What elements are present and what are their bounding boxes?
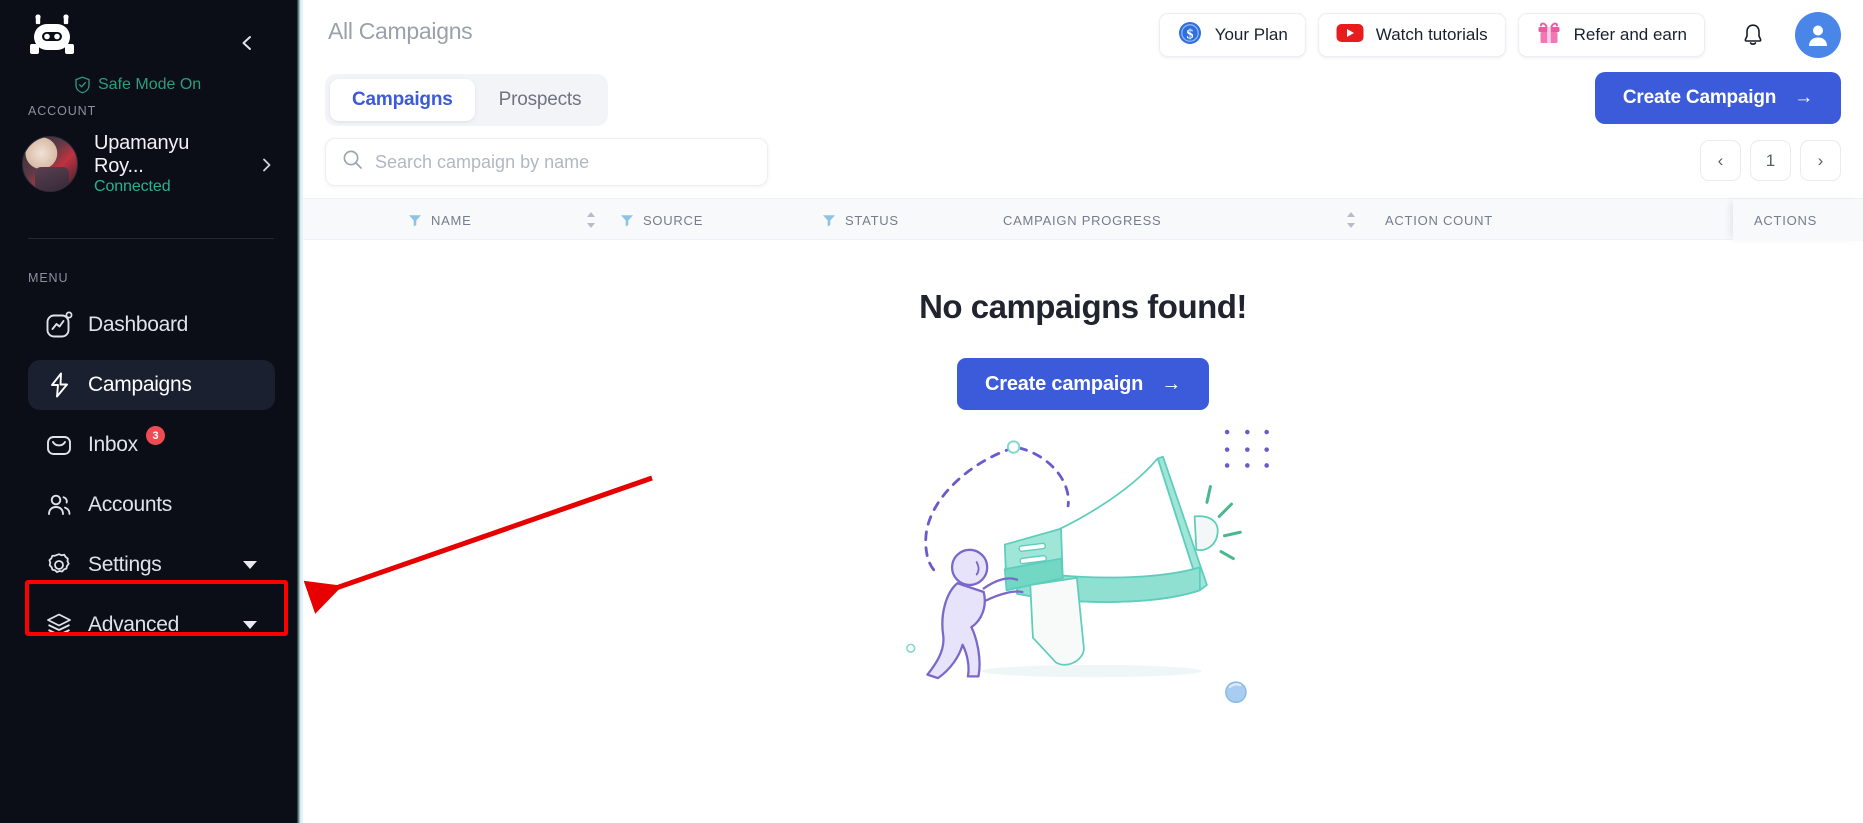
topbar: All Campaigns $ Your Plan Watch tutorial… — [303, 0, 1863, 70]
layers-icon — [44, 610, 74, 640]
sidebar-item-label: Dashboard — [88, 313, 189, 336]
search-row: ‹ 1 › — [303, 134, 1863, 198]
youtube-play-icon — [1336, 23, 1364, 48]
refer-and-earn-label: Refer and earn — [1573, 25, 1687, 44]
sidebar-edge — [294, 0, 303, 823]
account-section-label: ACCOUNT — [28, 104, 97, 118]
column-label: SOURCE — [643, 212, 704, 228]
pagination-next-button[interactable]: › — [1800, 140, 1841, 181]
chevron-down-icon[interactable] — [243, 621, 257, 629]
pagination-prev-button[interactable]: ‹ — [1700, 140, 1741, 181]
watch-tutorials-button[interactable]: Watch tutorials — [1317, 13, 1506, 57]
sidebar-divider — [28, 238, 274, 239]
sidebar-header — [28, 14, 278, 60]
column-header-action-count[interactable]: ACTION COUNT — [1385, 199, 1493, 241]
envelope-icon — [44, 430, 74, 460]
sidebar-item-settings[interactable]: Settings — [28, 540, 275, 590]
page-title: All Campaigns — [328, 18, 473, 44]
column-header-name[interactable]: NAME — [408, 199, 472, 241]
empty-state: No campaigns found! Create campaign → — [303, 288, 1863, 708]
shield-check-icon — [75, 76, 90, 94]
tab-campaigns[interactable]: Campaigns — [330, 79, 475, 121]
filter-icon — [823, 215, 835, 227]
tab-group: Campaigns Prospects — [325, 74, 609, 126]
arrow-right-icon: → — [1794, 87, 1813, 108]
column-label: STATUS — [845, 212, 899, 228]
account-switcher[interactable]: Upamanyu Roy... Connected — [22, 128, 284, 208]
account-status: Connected — [94, 178, 171, 195]
gift-icon — [1536, 20, 1562, 51]
sidebar-menu: Dashboard Campaigns Inbox 3 Accounts Set… — [0, 300, 303, 660]
lightning-bolt-icon — [44, 370, 74, 400]
chevron-down-icon[interactable] — [243, 561, 257, 569]
sidebar-item-dashboard[interactable]: Dashboard — [28, 300, 275, 350]
sidebar-item-label: Inbox — [88, 433, 138, 456]
column-label: ACTIONS — [1754, 212, 1818, 228]
avatar — [22, 136, 78, 192]
dashboard-chart-icon — [44, 310, 74, 340]
topbar-actions: $ Your Plan Watch tutorials Refer and ea… — [1158, 12, 1841, 58]
main-content: All Campaigns $ Your Plan Watch tutorial… — [303, 0, 1863, 823]
sidebar-item-campaigns[interactable]: Campaigns — [28, 360, 275, 410]
sidebar: ACCOUNT Upamanyu Roy... Connected Safe M… — [0, 0, 303, 823]
megaphone-person-illustration — [906, 429, 1269, 703]
search-input[interactable] — [375, 151, 751, 173]
column-header-status[interactable]: STATUS — [822, 199, 899, 241]
notification-bell-button[interactable] — [1731, 13, 1775, 57]
sidebar-item-label: Settings — [88, 553, 162, 576]
sort-arrows-icon — [587, 212, 595, 228]
account-name: Upamanyu Roy... — [94, 132, 190, 177]
safe-mode-indicator: Safe Mode On — [74, 76, 201, 94]
tab-prospects[interactable]: Prospects — [477, 79, 604, 121]
robot-logo-icon[interactable] — [28, 14, 76, 58]
table-header: NAME SOURCE STATUS CAMPAIGN PROGRESS ACT… — [303, 198, 1863, 241]
sidebar-item-label: Accounts — [88, 493, 172, 516]
user-profile-button[interactable] — [1795, 12, 1841, 58]
tabs-row: Campaigns Prospects Create Campaign → — [303, 70, 1863, 134]
column-header-source[interactable]: SOURCE — [620, 199, 703, 241]
sidebar-collapse-button[interactable] — [234, 30, 260, 56]
create-campaign-label: Create Campaign — [1622, 87, 1777, 108]
notification-bell-icon — [1744, 24, 1762, 45]
create-campaign-label: Create campaign — [985, 372, 1144, 395]
column-header-actions: ACTIONS — [1733, 199, 1863, 241]
sort-arrows-icon — [1347, 212, 1355, 228]
sidebar-item-inbox[interactable]: Inbox 3 — [28, 420, 275, 470]
column-sort-name[interactable] — [585, 199, 597, 241]
filter-icon — [621, 215, 633, 227]
column-sort-campaign-progress[interactable] — [1345, 199, 1357, 241]
create-campaign-button[interactable]: Create Campaign → — [1594, 72, 1841, 124]
your-plan-button[interactable]: $ Your Plan — [1158, 13, 1306, 57]
chevron-left-icon — [242, 36, 251, 50]
column-header-campaign-progress[interactable]: CAMPAIGN PROGRESS — [1003, 199, 1161, 241]
user-profile-icon — [1809, 25, 1827, 46]
dollar-coin-icon: $ — [1177, 20, 1203, 51]
arrow-right-icon: → — [1161, 372, 1181, 395]
search-box[interactable] — [325, 138, 768, 186]
sidebar-item-label: Advanced — [88, 613, 180, 636]
empty-state-title: No campaigns found! — [919, 288, 1247, 325]
sidebar-item-accounts[interactable]: Accounts — [28, 480, 275, 530]
column-label: NAME — [431, 212, 472, 228]
column-label: ACTION COUNT — [1385, 212, 1493, 228]
column-label: CAMPAIGN PROGRESS — [1003, 212, 1162, 228]
menu-section-label: MENU — [28, 271, 69, 285]
pagination-page-1[interactable]: 1 — [1750, 140, 1791, 181]
refer-and-earn-button[interactable]: Refer and earn — [1517, 13, 1705, 57]
empty-state-create-campaign-button[interactable]: Create campaign → — [957, 358, 1209, 410]
your-plan-label: Your Plan — [1214, 25, 1288, 44]
users-icon — [44, 490, 74, 520]
sidebar-item-advanced[interactable]: Advanced — [28, 600, 275, 650]
app-root: ACCOUNT Upamanyu Roy... Connected Safe M… — [0, 0, 1863, 823]
pagination: ‹ 1 › — [1700, 140, 1841, 181]
inbox-unread-badge: 3 — [146, 426, 165, 445]
search-icon — [342, 149, 363, 175]
safe-mode-label: Safe Mode On — [98, 76, 202, 93]
svg-text:$: $ — [1186, 27, 1193, 42]
chevron-right-icon[interactable] — [258, 156, 276, 174]
filter-icon — [409, 215, 421, 227]
gear-icon — [44, 550, 74, 580]
sidebar-item-label: Campaigns — [88, 373, 192, 396]
watch-tutorials-label: Watch tutorials — [1375, 25, 1488, 44]
